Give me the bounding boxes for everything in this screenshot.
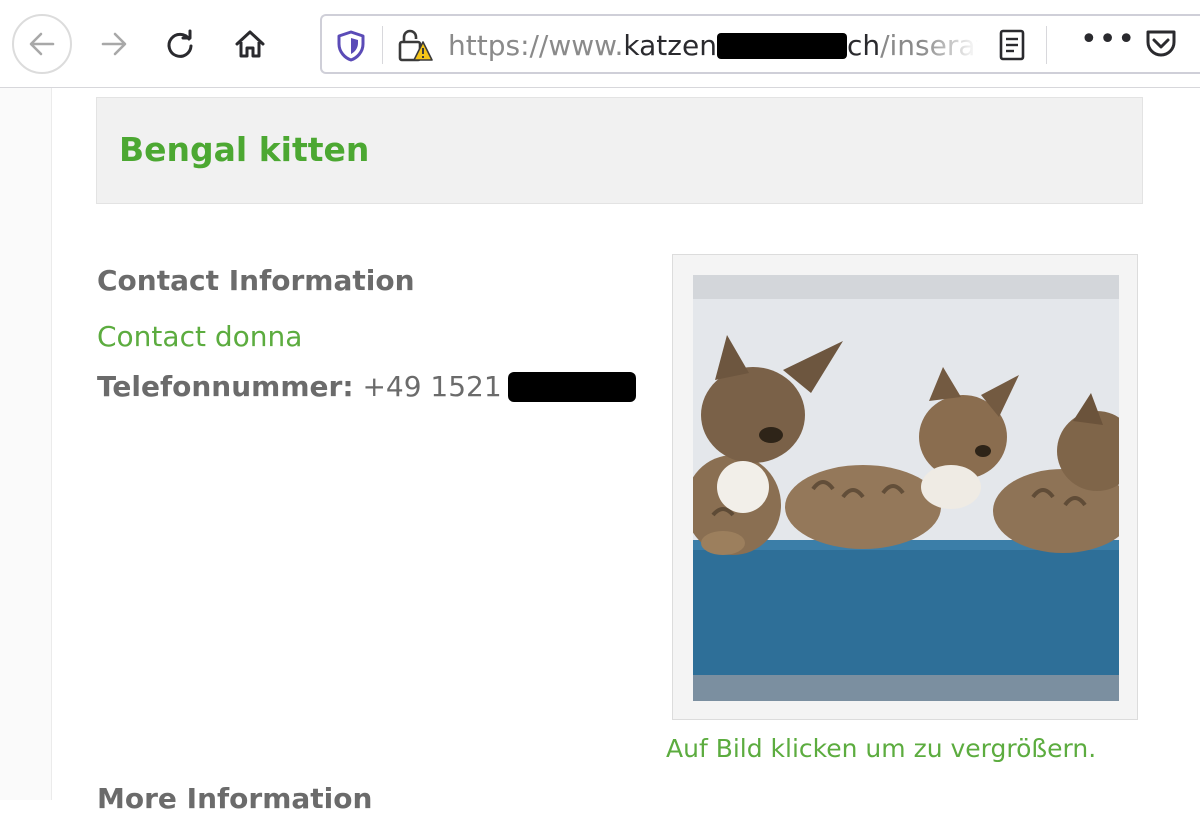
url-bar[interactable]: https://www.katzench/inserat-a •••	[320, 14, 1200, 74]
url-host-end: ch	[846, 29, 881, 62]
reader-view-icon[interactable]	[998, 28, 1026, 62]
url-divider	[1046, 26, 1047, 64]
phone-value: +49 1521	[362, 370, 502, 403]
redaction-bar	[507, 372, 636, 402]
phone-label: Telefonnummer:	[97, 370, 354, 403]
url-text[interactable]: https://www.katzench/inserat-a	[448, 29, 978, 63]
tracking-shield-icon[interactable]	[336, 30, 366, 62]
reload-icon	[167, 29, 193, 58]
browser-toolbar: https://www.katzench/inserat-a •••	[0, 0, 1200, 88]
home-icon	[235, 30, 265, 58]
back-button[interactable]	[12, 14, 72, 74]
reload-button[interactable]	[150, 14, 210, 74]
url-prefix: https://www.	[448, 29, 624, 62]
home-button[interactable]	[220, 14, 280, 74]
url-divider	[382, 26, 383, 64]
listing-photo-frame[interactable]	[672, 254, 1138, 720]
enlarge-image-link[interactable]: Auf Bild klicken um zu vergrößern.	[666, 734, 1096, 763]
redaction-bar	[716, 33, 847, 59]
pocket-icon[interactable]	[1144, 28, 1178, 60]
url-host-start: katzen	[623, 29, 717, 62]
more-information-heading: More Information	[97, 782, 373, 815]
kitten-photo[interactable]	[693, 275, 1119, 701]
forward-icon	[101, 32, 127, 56]
listing-title-box: Bengal kitten	[96, 97, 1143, 204]
phone-line: Telefonnummer: +49 1521	[97, 370, 636, 403]
forward-button[interactable]	[84, 14, 144, 74]
contact-heading: Contact Information	[97, 264, 415, 297]
url-fade	[922, 26, 978, 66]
contact-link[interactable]: Contact donna	[97, 320, 302, 353]
more-actions-icon[interactable]: •••	[1080, 22, 1136, 57]
back-icon	[29, 32, 55, 56]
page-margin	[0, 88, 52, 800]
kitten-photo-illustration	[693, 275, 1119, 701]
insecure-lock-icon[interactable]	[396, 28, 434, 64]
listing-title: Bengal kitten	[119, 130, 370, 169]
